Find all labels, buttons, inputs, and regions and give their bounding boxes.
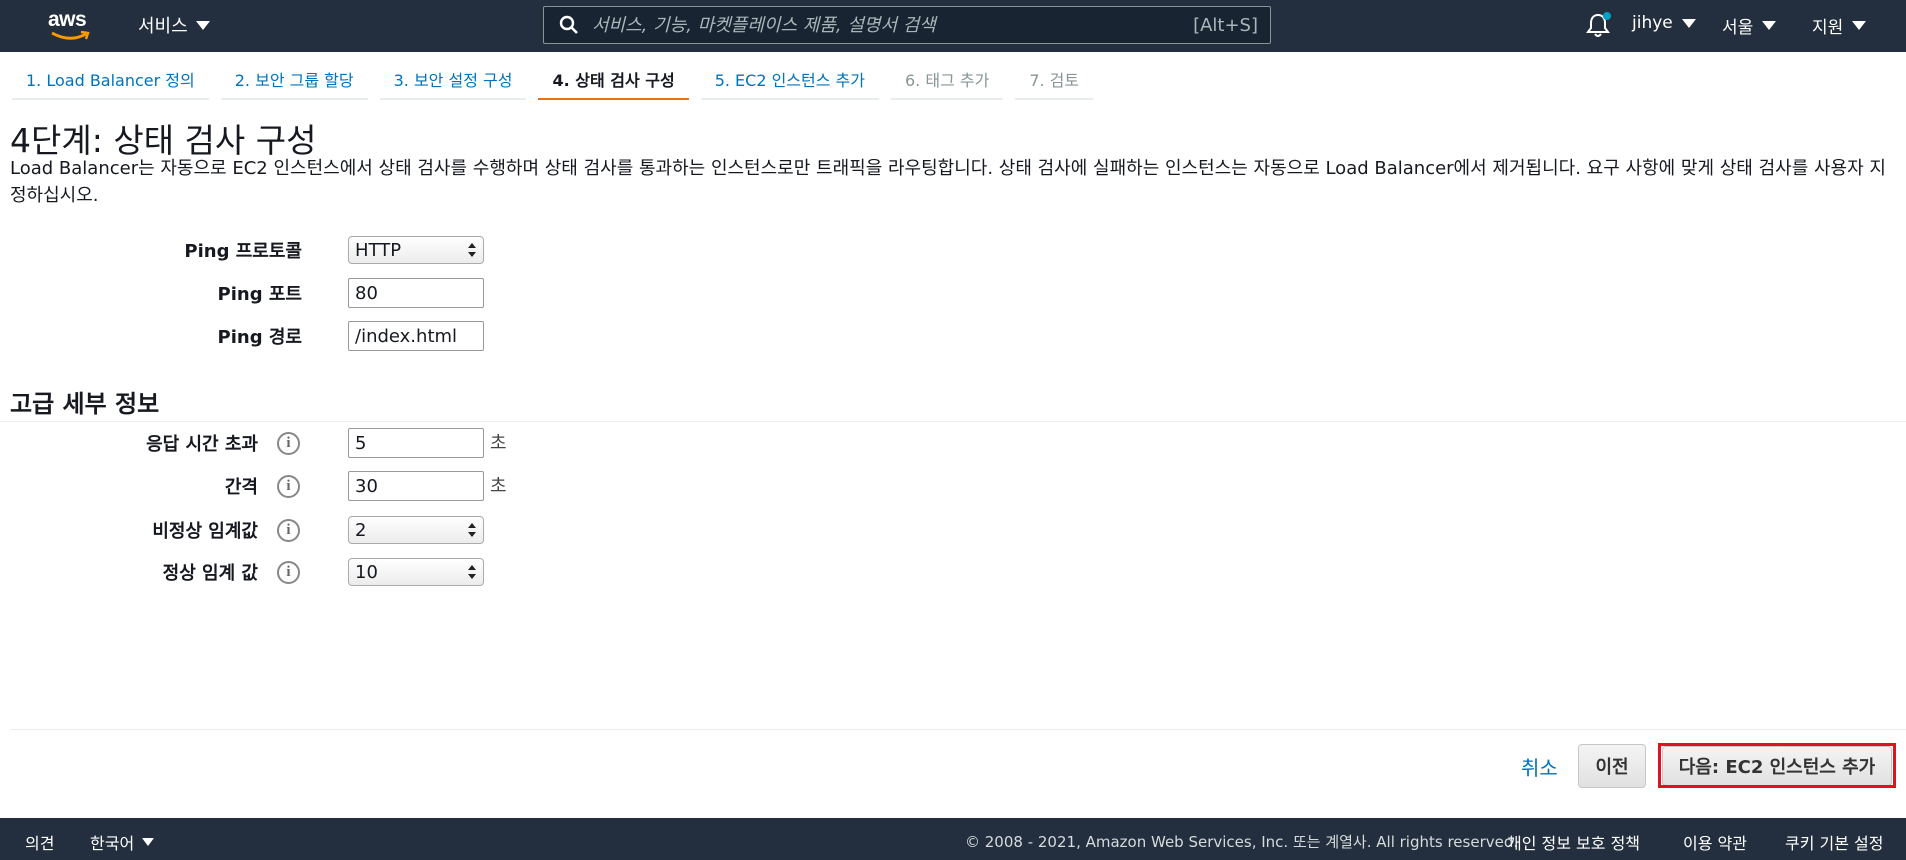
caret-down-icon xyxy=(195,20,210,30)
language-label: 한국어 xyxy=(90,834,135,853)
interval-input[interactable] xyxy=(348,471,484,501)
wizard-step-tabs: 1. Load Balancer 정의 2. 보안 그룹 할당 3. 보안 설정… xyxy=(12,60,1094,102)
select-arrows-icon xyxy=(468,523,476,537)
select-arrows-icon xyxy=(468,565,476,579)
tab-step-5[interactable]: 5. EC2 인스턴스 추가 xyxy=(700,60,879,100)
search-box[interactable]: [Alt+S] xyxy=(543,6,1271,44)
user-label: jihye xyxy=(1632,13,1673,33)
next-add-ec2-instances-button[interactable]: 다음: EC2 인스턴스 추가 xyxy=(1662,746,1892,786)
page-description: Load Balancer는 자동으로 EC2 인스턴스에서 상태 검사를 수행… xyxy=(10,158,1886,206)
info-icon[interactable]: i xyxy=(277,561,300,584)
ping-path-label: Ping 경로 xyxy=(217,327,302,348)
info-icon[interactable]: i xyxy=(277,432,300,455)
region-label: 서울 xyxy=(1722,18,1754,38)
tab-step-1[interactable]: 1. Load Balancer 정의 xyxy=(12,60,209,100)
cookie-preferences-link[interactable]: 쿠키 기본 설정 xyxy=(1785,830,1884,854)
info-icon[interactable]: i xyxy=(277,519,300,542)
section-divider xyxy=(0,421,1906,422)
services-menu[interactable]: 서비스 xyxy=(138,12,210,38)
copyright-text: © 2008 - 2021, Amazon Web Services, Inc.… xyxy=(965,833,1519,851)
footer: 의견 한국어 © 2008 - 2021, Amazon Web Service… xyxy=(0,818,1906,860)
support-label: 지원 xyxy=(1812,18,1844,38)
aws-smile-icon xyxy=(51,30,90,40)
unhealthy-threshold-label: 비정상 임계값 xyxy=(152,521,258,542)
unhealthy-threshold-value: 2 xyxy=(355,519,367,541)
ping-path-input[interactable] xyxy=(348,321,484,351)
healthy-threshold-value: 10 xyxy=(355,561,378,583)
terms-link[interactable]: 이용 약관 xyxy=(1683,830,1747,854)
region-menu[interactable]: 서울 xyxy=(1722,13,1777,38)
privacy-policy-link[interactable]: 개인 정보 보호 정책 xyxy=(1507,830,1640,854)
interval-unit: 초 xyxy=(490,476,507,497)
unhealthy-threshold-select[interactable]: 2 xyxy=(348,516,484,544)
response-timeout-unit: 초 xyxy=(490,433,507,454)
user-menu[interactable]: jihye xyxy=(1632,13,1696,33)
healthy-threshold-select[interactable]: 10 xyxy=(348,558,484,586)
caret-down-icon xyxy=(1762,21,1777,30)
feedback-link[interactable]: 의견 xyxy=(25,830,54,854)
caret-down-icon xyxy=(142,838,155,846)
tab-step-7: 7. 검토 xyxy=(1015,60,1094,100)
notification-indicator xyxy=(1603,12,1611,20)
select-arrows-icon xyxy=(468,243,476,257)
response-timeout-input[interactable] xyxy=(348,428,484,458)
search-shortcut-hint: [Alt+S] xyxy=(1193,14,1258,36)
support-menu[interactable]: 지원 xyxy=(1812,13,1867,38)
caret-down-icon xyxy=(1681,18,1696,28)
ping-protocol-value: HTTP xyxy=(355,239,402,261)
action-bar-divider xyxy=(10,729,1906,730)
tab-step-2[interactable]: 2. 보안 그룹 할당 xyxy=(220,60,368,100)
info-icon[interactable]: i xyxy=(277,475,300,498)
top-navigation-bar: aws 서비스 [Alt+S] jihye 서울 지원 xyxy=(0,0,1906,52)
services-label: 서비스 xyxy=(138,16,188,37)
language-selector[interactable]: 한국어 xyxy=(90,830,155,854)
caret-down-icon xyxy=(1852,21,1867,30)
aws-logo[interactable]: aws xyxy=(48,8,94,42)
aws-logo-text: aws xyxy=(48,8,87,31)
healthy-threshold-label: 정상 임계 값 xyxy=(162,563,258,584)
search-input[interactable] xyxy=(580,7,1194,43)
tab-step-3[interactable]: 3. 보안 설정 구성 xyxy=(379,60,527,100)
ping-protocol-select[interactable]: HTTP xyxy=(348,236,484,264)
ping-protocol-label: Ping 프로토콜 xyxy=(184,241,302,262)
advanced-details-heading: 고급 세부 정보 xyxy=(10,390,160,418)
response-timeout-label: 응답 시간 초과 xyxy=(146,434,258,455)
search-icon xyxy=(559,15,578,34)
tab-step-4[interactable]: 4. 상태 검사 구성 xyxy=(538,60,689,100)
ping-port-label: Ping 포트 xyxy=(217,284,302,305)
notifications-button[interactable] xyxy=(1586,12,1611,38)
previous-button[interactable]: 이전 xyxy=(1578,744,1646,788)
cancel-link[interactable]: 취소 xyxy=(1521,752,1558,781)
tab-step-6: 6. 태그 추가 xyxy=(891,60,1004,100)
interval-label: 간격 xyxy=(224,477,258,498)
ping-port-input[interactable] xyxy=(348,278,484,308)
